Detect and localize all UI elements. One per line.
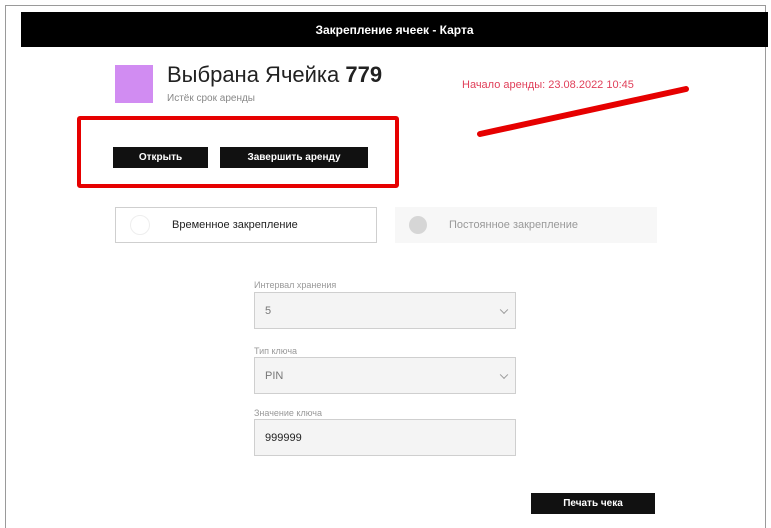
selected-cell-number: 779 <box>345 62 383 87</box>
permanent-lock-label: Постоянное закрепление <box>449 219 578 231</box>
storage-interval-select[interactable]: 5 <box>254 292 516 329</box>
key-value-text: 999999 <box>265 431 302 444</box>
chevron-down-icon <box>499 305 509 314</box>
key-type-select[interactable]: PIN <box>254 357 516 394</box>
storage-interval-value: 5 <box>265 304 272 317</box>
temporary-lock-option[interactable]: Временное закрепление <box>115 207 377 243</box>
end-rent-button[interactable]: Завершить аренду <box>220 147 368 168</box>
cell-status: Истёк срок аренды <box>167 93 255 104</box>
key-value-label: Значение ключа <box>254 408 322 418</box>
red-strike-annotation <box>477 86 689 137</box>
cell-color-swatch <box>115 65 153 103</box>
page-title: Закрепление ячеек - Карта <box>315 22 474 37</box>
open-button[interactable]: Открыть <box>113 147 208 168</box>
permanent-lock-option[interactable]: Постоянное закрепление <box>395 207 657 243</box>
chevron-down-icon <box>499 370 509 379</box>
key-value-input[interactable]: 999999 <box>254 419 516 456</box>
temporary-lock-label: Временное закрепление <box>172 219 298 231</box>
radio-icon <box>130 215 150 235</box>
page-title-bar: Закрепление ячеек - Карта <box>21 12 768 47</box>
key-type-label: Тип ключа <box>254 346 298 356</box>
radio-icon <box>409 216 427 234</box>
selected-cell-prefix: Выбрана Ячейка <box>167 62 340 87</box>
storage-interval-label: Интервал хранения <box>254 280 337 290</box>
key-type-value: PIN <box>265 369 284 382</box>
selected-cell-title: Выбрана Ячейка 779 <box>167 62 382 88</box>
print-receipt-button[interactable]: Печать чека <box>531 493 655 514</box>
